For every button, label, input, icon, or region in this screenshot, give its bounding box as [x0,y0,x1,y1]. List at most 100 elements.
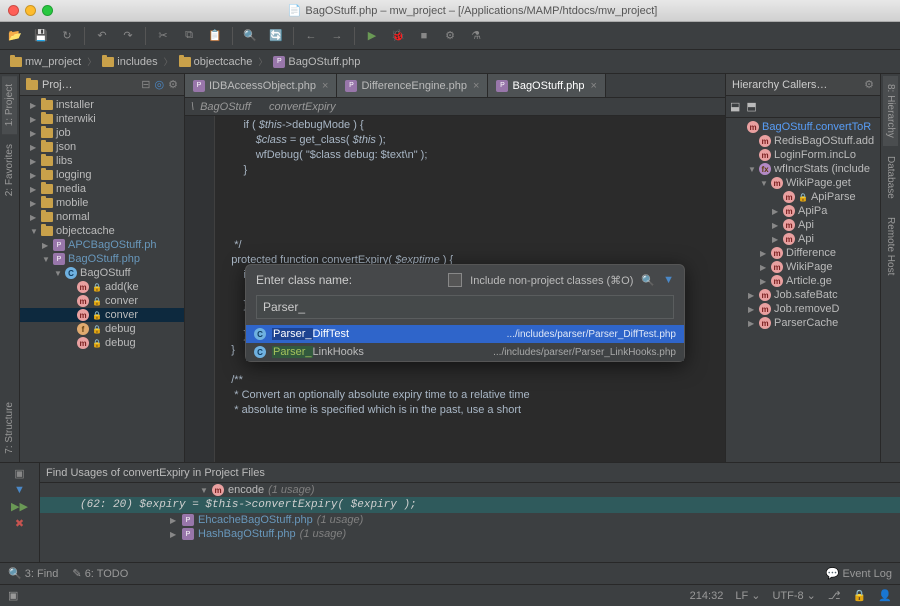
tree-item[interactable]: ▶installer [20,98,184,112]
crumb-3[interactable]: PBagOStuff.php [269,54,364,70]
replace-icon[interactable]: 🔄 [267,27,285,45]
hierarchy-item[interactable]: mRedisBagOStuff.add [726,134,880,148]
status-icon[interactable]: ▣ [8,589,18,602]
git-icon[interactable]: ⎇ [828,589,841,602]
tree-item[interactable]: f🔒debug [20,322,184,336]
cfg1-icon[interactable]: ⚙ [441,27,459,45]
hier-icon[interactable]: ⬓ [730,100,740,113]
back-icon[interactable]: ← [302,27,320,45]
usage-line[interactable]: (62: 20) $expiry = $this->convertExpiry(… [40,497,900,513]
cfg2-icon[interactable]: ⚗ [467,27,485,45]
debug-icon[interactable]: 🐞 [389,27,407,45]
open-icon[interactable]: 📂 [6,27,24,45]
gear-icon[interactable]: ⚙ [168,78,178,91]
popup-result[interactable]: CParser_DiffTest.../includes/parser/Pars… [246,325,684,343]
hierarchy-item[interactable]: ▶mApi [726,232,880,246]
filter-icon[interactable]: ▼ [663,274,674,286]
undo-icon[interactable]: ↶ [93,27,111,45]
refresh-icon[interactable]: ↻ [58,27,76,45]
gutter-project[interactable]: 1: Project [2,76,17,134]
hierarchy-item[interactable]: ▼mWikiPage.get [726,176,880,190]
cut-icon[interactable]: ✂ [154,27,172,45]
tree-item[interactable]: m🔒add(ke [20,280,184,294]
gutter-remote[interactable]: Remote Host [883,209,898,283]
popup-results[interactable]: CParser_DiffTest.../includes/parser/Pars… [246,325,684,361]
hierarchy-item[interactable]: mLoginForm.incLo [726,148,880,162]
gutter-database[interactable]: Database [883,148,898,207]
hierarchy-item[interactable]: ▶mArticle.ge [726,274,880,288]
crumb-1[interactable]: includes [98,54,161,70]
popup-result[interactable]: CParser_LinkHooks.../includes/parser/Par… [246,343,684,361]
lock-icon[interactable]: 🔒 [853,589,867,602]
hierarchy-tree[interactable]: mBagOStuff.convertToRmRedisBagOStuff.add… [726,118,880,332]
encoding[interactable]: UTF-8 ⌄ [772,589,815,602]
hierarchy-item[interactable]: ▶mApiPa [726,204,880,218]
min-dot[interactable] [25,5,36,16]
hierarchy-item[interactable]: ▶mWikiPage [726,260,880,274]
stop-icon[interactable]: ✖ [15,517,24,530]
gutter-structure[interactable]: 7: Structure [2,394,17,462]
filter-icon[interactable]: ▼ [14,484,25,496]
gutter-hierarchy[interactable]: 8: Hierarchy [883,76,898,146]
include-nonproject-checkbox[interactable] [448,273,462,287]
eventlog-tab[interactable]: 💬 Event Log [826,567,892,580]
target-icon[interactable]: ◎ [155,78,165,91]
tree-item[interactable]: ▶libs [20,154,184,168]
save-icon[interactable]: 💾 [32,27,50,45]
search-icon[interactable]: 🔍 [641,274,655,287]
hierarchy-item[interactable]: ▶mDifference [726,246,880,260]
class-name-input[interactable] [256,295,674,319]
hierarchy-item[interactable]: ▼fxwfIncrStats (include [726,162,880,176]
tree-item[interactable]: ▶PAPCBagOStuff.ph [20,238,184,252]
todo-tab[interactable]: ✎ 6: TODO [72,567,128,580]
editor-tab[interactable]: PIDBAccessObject.php× [185,74,337,97]
usage-file[interactable]: ▶PEhcacheBagOStuff.php (1 usage) [40,513,900,527]
tree-item[interactable]: m🔒conver [20,308,184,322]
hierarchy-item[interactable]: ▶mJob.removeD [726,302,880,316]
close-icon[interactable]: × [322,80,328,92]
tree-item[interactable]: m🔒conver [20,294,184,308]
hierarchy-item[interactable]: ▶mApi [726,218,880,232]
find-tab[interactable]: 🔍 3: Find [8,567,58,580]
tree-item[interactable]: ▶json [20,140,184,154]
tree-item[interactable]: ▶media [20,182,184,196]
forward-icon[interactable]: → [328,27,346,45]
tree-item[interactable]: ▼CBagOStuff [20,266,184,280]
close-icon[interactable]: × [473,80,479,92]
gutter-favorites[interactable]: 2: Favorites [2,136,17,204]
usage-group[interactable]: ▼m encode (1 usage) [40,483,900,497]
redo-icon[interactable]: ↷ [119,27,137,45]
tree-item[interactable]: ▶mobile [20,196,184,210]
close-icon[interactable]: × [590,80,596,92]
line-sep[interactable]: LF ⌄ [735,589,760,602]
inspect-icon[interactable]: 👤 [878,589,892,602]
hierarchy-item[interactable]: ▶mParserCache [726,316,880,330]
close-dot[interactable] [8,5,19,16]
crumb-0[interactable]: mw_project [6,54,85,70]
hierarchy-item[interactable]: mBagOStuff.convertToR [726,120,880,134]
rerun-icon[interactable]: ▣ [14,467,24,480]
project-tree[interactable]: ▶installer▶interwiki▶job▶json▶libs▶loggi… [20,96,184,352]
paste-icon[interactable]: 📋 [206,27,224,45]
tree-item[interactable]: ▼objectcache [20,224,184,238]
editor-tab[interactable]: PBagOStuff.php× [488,74,605,97]
max-dot[interactable] [42,5,53,16]
window-controls[interactable] [8,5,53,16]
tree-item[interactable]: m🔒debug [20,336,184,350]
crumb-2[interactable]: objectcache [175,54,257,70]
hier-icon[interactable]: ⬒ [746,100,756,113]
stop-icon[interactable]: ■ [415,27,433,45]
tree-item[interactable]: ▶interwiki [20,112,184,126]
find-icon[interactable]: 🔍 [241,27,259,45]
usage-file[interactable]: ▶PHashBagOStuff.php (1 usage) [40,527,900,541]
tree-item[interactable]: ▶job [20,126,184,140]
collapse-icon[interactable]: ⊟ [141,78,150,91]
run-icon[interactable]: ▶ [363,27,381,45]
tree-item[interactable]: ▶normal [20,210,184,224]
run-icon[interactable]: ▶▶ [11,500,28,513]
hierarchy-item[interactable]: m🔒ApiParse [726,190,880,204]
gear-icon[interactable]: ⚙ [864,78,874,91]
tree-item[interactable]: ▶logging [20,168,184,182]
editor-navbar[interactable]: \BagOStuff convertExpiry [185,98,725,116]
editor-tab[interactable]: PDifferenceEngine.php× [337,74,488,97]
